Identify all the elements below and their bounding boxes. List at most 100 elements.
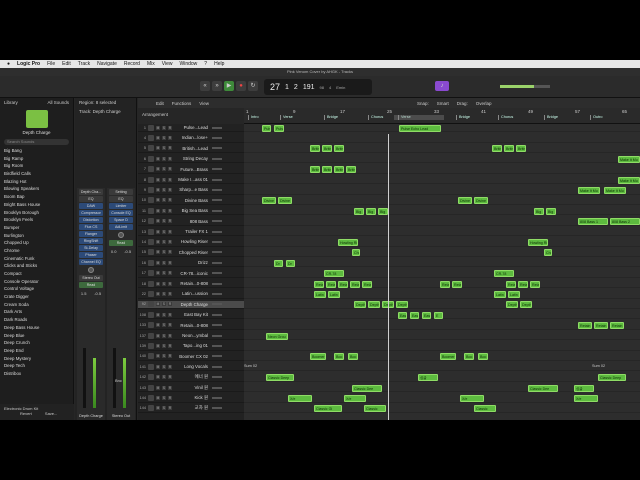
track-header[interactable]: 6 M S R String Decay: [138, 155, 244, 164]
track-s-button[interactable]: S: [162, 375, 166, 380]
region[interactable]: Boomer: [440, 353, 456, 361]
track-name[interactable]: Indian...lose+: [174, 135, 208, 140]
region[interactable]: X/e: [344, 395, 366, 402]
track-s-button[interactable]: S: [162, 146, 166, 151]
region[interactable]: Retain: [314, 280, 324, 288]
track-m-button[interactable]: M: [156, 187, 160, 192]
region[interactable]: Retain: [610, 322, 624, 330]
section-marker[interactable]: Bridge: [544, 115, 558, 120]
menu-navigate[interactable]: Navigate: [97, 61, 117, 67]
region[interactable]: Retain: [338, 280, 348, 288]
region[interactable]: Retain: [594, 322, 608, 330]
track-m-button[interactable]: M: [156, 385, 160, 390]
library-patch-item[interactable]: Deep Blue: [0, 332, 73, 340]
region[interactable]: E: [434, 311, 443, 319]
region[interactable]: Neon Grou: [266, 332, 288, 340]
track-r-button[interactable]: R: [168, 385, 172, 390]
region[interactable]: 싱글: [574, 384, 594, 392]
track-header[interactable]: 12 M S R 808 Bass: [138, 218, 244, 226]
plugin-slot[interactable]: Flanger: [79, 231, 103, 237]
track-r-button[interactable]: R: [168, 135, 172, 140]
region[interactable]: Britis: [334, 166, 344, 174]
region[interactable]: Latin: [508, 291, 520, 298]
plugin-slot[interactable]: EQ: [79, 196, 103, 202]
library-patch-item[interactable]: Control Voltage: [0, 285, 73, 293]
track-m-button[interactable]: M: [156, 312, 160, 317]
track-header[interactable]: 11 M S R Big Sea Bass: [138, 207, 244, 216]
region[interactable]: Latin: [314, 291, 326, 298]
track-m-button[interactable]: M: [156, 135, 160, 140]
track-r-button[interactable]: R: [168, 271, 172, 276]
track-s-button[interactable]: S: [162, 385, 166, 390]
region[interactable]: Make It Mu: [618, 176, 640, 184]
plugin-slot[interactable]: St-Delay: [79, 245, 103, 251]
region[interactable]: Retain: [578, 322, 592, 330]
track-s-button[interactable]: S: [162, 323, 166, 328]
track-r-button[interactable]: R: [168, 291, 172, 296]
library-patch-item[interactable]: Bright Bass House: [0, 201, 73, 209]
automation-mode[interactable]: Read: [79, 282, 103, 288]
track-header[interactable]: 108 M S R East Bay Kit: [138, 311, 244, 320]
region[interactable]: Retain: [362, 280, 372, 288]
region[interactable]: Cho: [352, 249, 360, 257]
region[interactable]: Depth: [506, 301, 518, 309]
track-name[interactable]: Howling Riser: [174, 239, 208, 244]
region[interactable]: CR-78: [494, 270, 514, 278]
track-volume-slider[interactable]: [212, 209, 222, 212]
menu-window[interactable]: Window: [180, 61, 198, 67]
region[interactable]: Britis: [346, 166, 356, 174]
track-name[interactable]: Sharp...e Bass: [174, 187, 208, 192]
library-patch-item[interactable]: Console Operator: [0, 278, 73, 286]
track-header[interactable]: 18 M S R Retain...0-808: [138, 280, 244, 289]
track-s-button[interactable]: S: [162, 177, 166, 182]
library-patch-item[interactable]: Cream Soda: [0, 301, 73, 309]
track-volume-slider[interactable]: [212, 240, 222, 243]
library-patch-item[interactable]: Deep End: [0, 347, 73, 355]
region[interactable]: Depth: [368, 301, 380, 309]
revert-button[interactable]: Revert: [20, 411, 32, 416]
track-name[interactable]: 808 Bass: [174, 219, 208, 224]
track-header[interactable]: 22 M S R Latin...ussion: [138, 290, 244, 299]
track-s-button[interactable]: S: [162, 406, 166, 411]
track-m-button[interactable]: M: [156, 333, 160, 338]
track-volume-slider[interactable]: [212, 168, 222, 171]
region[interactable]: Pulse: [262, 124, 271, 132]
track-volume-slider[interactable]: [212, 386, 222, 389]
track-volume-slider[interactable]: [212, 188, 222, 191]
track-m-button[interactable]: M: [156, 208, 160, 213]
library-patch-item[interactable]: Blazing Hot: [0, 178, 73, 186]
track-s-button[interactable]: S: [162, 167, 166, 172]
track-s-button[interactable]: S: [162, 302, 166, 307]
track-s-button[interactable]: S: [162, 219, 166, 224]
track-header[interactable]: 144 M S R Kick 원: [138, 394, 244, 403]
library-patch-item[interactable]: Compact: [0, 270, 73, 278]
track-header[interactable]: 10 M S R Divine Bass: [138, 197, 244, 205]
track-header[interactable]: 17 M S R CR-78...iconic: [138, 270, 244, 278]
region[interactable]: Make It Mu: [578, 187, 600, 194]
track-name[interactable]: Retain...0-808: [174, 281, 208, 286]
plugin-slot[interactable]: EQ: [109, 196, 133, 202]
track-name[interactable]: Drizz: [174, 260, 208, 265]
track-volume-slider[interactable]: [212, 157, 222, 160]
track-r-button[interactable]: R: [168, 260, 172, 265]
library-patch-item[interactable]: Deep Crunch: [0, 339, 73, 347]
record-icon[interactable]: ●: [236, 81, 246, 91]
library-patch-item[interactable]: Big Room: [0, 162, 73, 170]
region[interactable]: X/e: [574, 395, 598, 402]
menu-extra[interactable]: ?: [204, 61, 207, 67]
output-slot[interactable]: Stereo Out: [79, 275, 103, 281]
region[interactable]: Boo: [334, 353, 344, 361]
track-s-button[interactable]: S: [162, 135, 166, 140]
track-header[interactable]: 7 M S R Future...Brass: [138, 166, 244, 174]
region[interactable]: Divine: [458, 197, 472, 205]
region[interactable]: East: [410, 311, 419, 319]
track-name[interactable]: Vinil 원: [174, 385, 208, 391]
region[interactable]: Depth: [396, 301, 408, 309]
track-row[interactable]: Track: Depth Charge: [75, 107, 136, 116]
track-volume-slider[interactable]: [212, 147, 222, 150]
track-m-button[interactable]: M: [156, 229, 160, 234]
library-patch-item[interactable]: Clicks and Sticks: [0, 262, 73, 270]
track-m-button[interactable]: M: [156, 198, 160, 203]
track-header[interactable]: 1 M S R Pulse...Lead: [138, 124, 244, 133]
plugin-slot[interactable]: Distortion: [79, 217, 103, 223]
